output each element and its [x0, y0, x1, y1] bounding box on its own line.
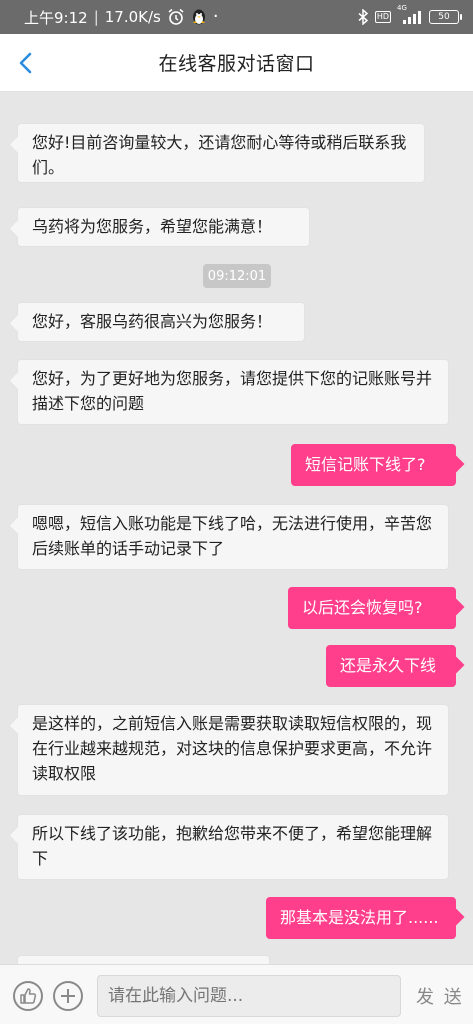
status-dot: ·	[212, 6, 219, 27]
chevron-left-icon	[19, 52, 32, 74]
signal-icon: 4G	[397, 4, 423, 24]
message-text: 乌药将为您服务，希望您能满意！	[32, 217, 273, 236]
message-incoming: 您好，为了更好地为您服务，请您提供下您的记账账号并描述下您的问题	[17, 359, 449, 425]
message-text: 以后还会恢复吗?	[302, 598, 423, 617]
message-text: 您好，客服乌药很高兴为您服务！	[32, 312, 273, 331]
message-incoming: 所以下线了该功能，抱歉给您带来不便了，希望您能理解下	[17, 814, 449, 880]
input-bar: 发 送	[0, 964, 473, 1024]
alarm-icon	[167, 8, 185, 26]
bluetooth-icon	[357, 9, 369, 25]
page-title: 在线客服对话窗口	[158, 53, 315, 75]
battery-icon: 50	[429, 10, 462, 24]
timestamp-chip: 09:12:01	[203, 264, 271, 288]
message-outgoing: 还是永久下线	[326, 645, 456, 687]
plus-icon	[61, 989, 75, 1003]
hd-badge: HD	[374, 11, 391, 23]
message-text: 那基本是没法用了......	[280, 908, 439, 927]
message-text: 短信记账下线了?	[305, 455, 426, 474]
status-bar: 上午9:12 | 17.0K/s · HD 4G 50	[0, 0, 473, 34]
message-incoming: 嗯嗯，短信入账功能是下线了哈，无法进行使用，辛苦您后续账单的话手动记录下了	[17, 504, 449, 570]
message-incoming: 乌药将为您服务，希望您能满意！	[17, 207, 310, 247]
battery-level: 50	[438, 12, 450, 22]
chat-area[interactable]: 您好!目前咨询量较大，还请您耐心等待或稍后联系我们。 乌药将为您服务，希望您能满…	[0, 92, 473, 964]
message-incoming: 是这样的，之前短信入账是需要获取读取短信权限的，现在行业越来越规范，对这块的信息…	[17, 704, 449, 796]
message-outgoing: 那基本是没法用了......	[266, 897, 456, 939]
back-button[interactable]	[8, 46, 42, 80]
add-button[interactable]	[53, 981, 83, 1011]
message-incoming: 您好!目前咨询量较大，还请您耐心等待或稍后联系我们。	[17, 123, 425, 183]
message-text: 还是永久下线	[340, 656, 437, 675]
like-button[interactable]	[13, 981, 43, 1011]
message-text: 您好，为了更好地为您服务，请您提供下您的记账账号并描述下您的问题	[32, 369, 433, 413]
message-text: 所以下线了该功能，抱歉给您带来不便了，希望您能理解下	[32, 824, 433, 868]
signal-4g-label: 4G	[397, 4, 407, 12]
message-input[interactable]	[97, 975, 401, 1017]
message-text: 是这样的，之前短信入账是需要获取读取短信权限的，现在行业越来越规范，对这块的信息…	[32, 714, 433, 783]
nav-bar: 在线客服对话窗口	[0, 34, 473, 92]
message-text: 嗯嗯，短信入账功能是下线了哈，无法进行使用，辛苦您后续账单的话手动记录下了	[32, 514, 433, 558]
message-incoming-partial	[17, 955, 270, 964]
message-outgoing: 短信记账下线了?	[291, 444, 456, 486]
status-time: 上午9:12	[24, 8, 88, 27]
thumbs-up-icon	[20, 988, 37, 1004]
qq-penguin-icon	[191, 8, 207, 26]
message-outgoing: 以后还会恢复吗?	[288, 587, 456, 629]
status-net-speed: 17.0K/s	[104, 8, 161, 26]
message-incoming: 您好，客服乌药很高兴为您服务！	[17, 302, 305, 342]
status-divider: |	[93, 8, 99, 26]
send-button[interactable]: 发 送	[416, 983, 464, 1009]
message-text: 您好!目前咨询量较大，还请您耐心等待或稍后联系我们。	[32, 133, 407, 177]
